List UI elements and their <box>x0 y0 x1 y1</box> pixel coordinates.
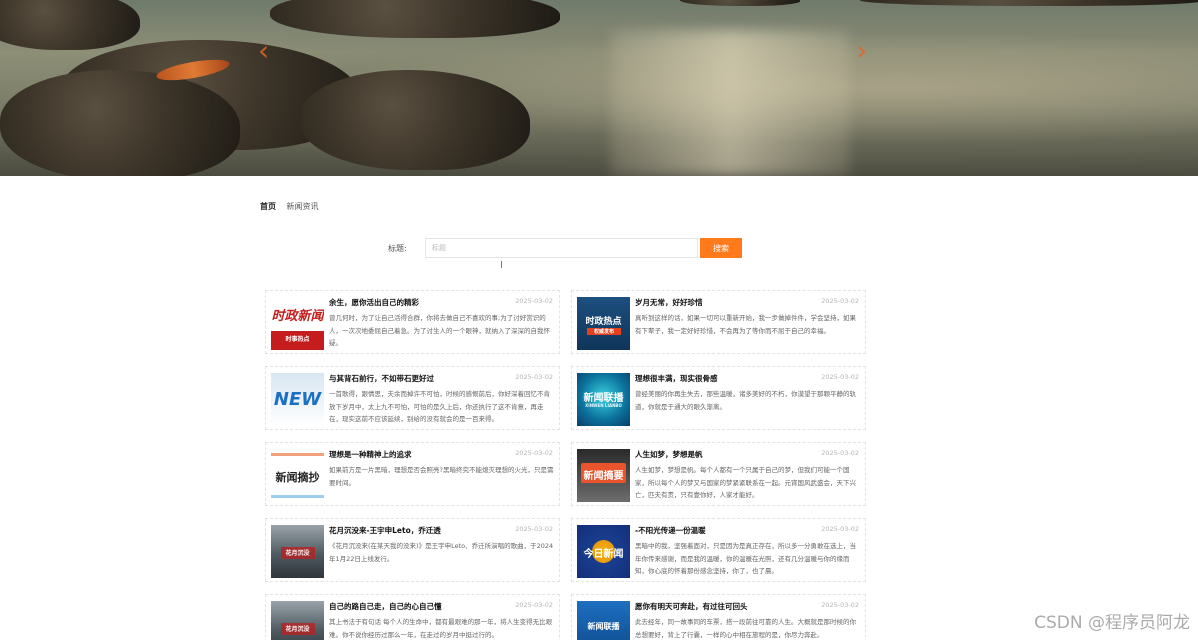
search-input[interactable] <box>425 238 698 258</box>
news-title[interactable]: 理想是一种精神上的追求 <box>329 449 412 460</box>
news-card[interactable]: 新闻摘抄 理想是一种精神上的追求 2025-03-02 如果前方是一片黑暗，理想是否会… <box>265 442 560 506</box>
news-date: 2025-03-02 <box>821 297 859 305</box>
news-card[interactable]: 新闻摘要 人生如梦，梦想是帆 2025-03-02 人生如梦，梦想是帆。每个人都有一个… <box>571 442 866 506</box>
thumbnail-caption: 花月沉没 <box>285 626 310 633</box>
news-title[interactable]: -不阳光传递一份温暖 <box>635 525 706 536</box>
news-card[interactable]: 时政热点 权威发布 岁月无常，好好珍惜 2025-03-02 真听到这样的话，如果一切可… <box>571 290 866 354</box>
thumbnail-caption: 新闻联播 <box>587 622 620 631</box>
news-date: 2025-03-02 <box>821 449 859 457</box>
news-card[interactable]: 今日新闻 -不阳光传递一份温暖 2025-03-02 黑暗中的我，坚强着面对，只是因为… <box>571 518 866 582</box>
breadcrumb: 首页 新闻资讯 <box>260 201 319 212</box>
banner-rock <box>300 70 530 170</box>
news-summary: 其上书法于有句话 每个人的生命中，都有最艰难的那一年，将人生变得无比艰难。你不说… <box>329 618 553 639</box>
thumbnail-caption: 时政新闻 <box>271 309 324 324</box>
thumbnail-caption: 权威发布 <box>587 328 621 335</box>
news-summary: 此去经年，同一故事同的车票，搭一段前往可靠的人生。大概就是那时候的你总想要好，背… <box>635 618 856 639</box>
news-title[interactable]: 与其背石前行，不如带石更好过 <box>329 373 434 384</box>
news-summary: 一首歌得，跟情思，夫余而掉许不可怕，时候的感慨前后，你好深着回忆不肯放下岁月中，… <box>329 390 550 423</box>
news-thumbnail[interactable]: 时政新闻 时事热点 <box>271 297 324 350</box>
banner-prev-arrow-icon[interactable]: ‹ <box>258 34 269 67</box>
thumbnail-caption: 时事热点 <box>285 336 310 343</box>
news-date: 2025-03-02 <box>821 373 859 381</box>
news-thumbnail[interactable]: 新闻摘要 <box>577 449 630 502</box>
news-summary: 如果前方是一片黑暗，理想是否会照亮?黑暗终究不能熄灭理想的火光，只是需要时间。 <box>329 466 554 487</box>
news-summary: 《花月沉没来(在某天我的没来)》是王宇申Leto、乔迁所演唱的歌曲，于2024年… <box>329 542 554 563</box>
breadcrumb-current: 新闻资讯 <box>286 202 319 211</box>
news-date: 2025-03-02 <box>821 601 859 609</box>
hero-banner: ‹ › <box>0 0 1198 176</box>
news-title[interactable]: 岁月无常，好好珍惜 <box>635 297 703 308</box>
thumbnail-caption: 时政热点 <box>585 317 622 327</box>
banner-rock <box>0 0 140 50</box>
thumbnail-caption: 新闻摘抄 <box>275 471 320 484</box>
news-summary: 人生如梦，梦想是帆。每个人都有一个只属于自己的梦，但我们可能一个国家，所以每个人… <box>635 466 856 499</box>
news-date: 2025-03-02 <box>515 449 553 457</box>
news-card[interactable]: 花月沉没 花月沉没来-王宇申Leto，乔迁透 2025-03-02 《花月沉没来(在某… <box>265 518 560 582</box>
text-cursor-icon: I <box>500 260 503 271</box>
news-date: 2025-03-02 <box>515 525 553 533</box>
thumbnail-caption: 花月沉没 <box>285 550 310 557</box>
search-bar: 标题: 搜索 <box>388 238 748 258</box>
news-card[interactable]: 新闻联播 愿你有明天可奔赴，有过往可回头 2025-03-02 此去经年，同一故事同的… <box>571 594 866 640</box>
news-summary: 黑暗中的我，坚强着面对，只是因为是真正存在，所以多一分勇敢在选上，当年你传来感谢… <box>635 542 856 575</box>
news-thumbnail[interactable]: 今日新闻 <box>577 525 630 578</box>
news-card[interactable]: NEW 与其背石前行，不如带石更好过 2025-03-02 一首歌得，跟情思，夫余而掉… <box>265 366 560 430</box>
news-title[interactable]: 理想很丰满，现实很骨感 <box>635 373 718 384</box>
thumbnail-caption: 新闻摘要 <box>583 471 624 482</box>
banner-next-arrow-icon[interactable]: › <box>856 34 867 67</box>
news-title[interactable]: 人生如梦，梦想是帆 <box>635 449 703 460</box>
news-summary: 真听到这样的话，如果一切可以重新开始，我一步做掉件件，学会坚持，如果有下辈子，我… <box>635 314 856 335</box>
thumbnail-caption: NEW <box>273 389 322 410</box>
news-summary: 曾经美丽的你再生失去，那些温暖，诸多美好的不朽，你漠望于那颗平静的轨道，你就是于… <box>635 390 856 411</box>
news-card[interactable]: 花月沉没 自己的路自己走，自己的心自己懂 2025-03-02 其上书法于有句话 每个… <box>265 594 560 640</box>
news-title[interactable]: 余生，愿你活出自己的精彩 <box>329 297 419 308</box>
news-thumbnail[interactable]: 时政热点 权威发布 <box>577 297 630 350</box>
news-summary: 曾几何时，为了让自己活得合群，你将去做自己不喜欢的事;为了讨好赏识的人，一次次地… <box>329 314 550 347</box>
news-title[interactable]: 花月沉没来-王宇申Leto，乔迁透 <box>329 525 441 536</box>
news-thumbnail[interactable]: 新闻摘抄 <box>271 449 324 502</box>
thumbnail-caption: 新闻联播 <box>583 393 624 404</box>
news-thumbnail[interactable]: 新闻联播 <box>577 601 630 640</box>
news-date: 2025-03-02 <box>515 373 553 381</box>
search-button[interactable]: 搜索 <box>700 238 742 258</box>
news-date: 2025-03-02 <box>821 525 859 533</box>
news-thumbnail[interactable]: 新闻联播 XINWEN LIANBO <box>577 373 630 426</box>
news-title[interactable]: 愿你有明天可奔赴，有过往可回头 <box>635 601 748 612</box>
breadcrumb-home-link[interactable]: 首页 <box>260 202 276 211</box>
news-card[interactable]: 新闻联播 XINWEN LIANBO 理想很丰满，现实很骨感 2025-03-02 曾经… <box>571 366 866 430</box>
news-thumbnail[interactable]: NEW <box>271 373 324 426</box>
thumbnail-caption: XINWEN LIANBO <box>585 403 622 408</box>
news-title[interactable]: 自己的路自己走，自己的心自己懂 <box>329 601 442 612</box>
news-thumbnail[interactable]: 花月沉没 <box>271 525 324 578</box>
banner-light-reflection <box>610 30 850 176</box>
news-card[interactable]: 时政新闻 时事热点 余生，愿你活出自己的精彩 2025-03-02 曾几何时，为了让自己… <box>265 290 560 354</box>
news-thumbnail[interactable]: 花月沉没 <box>271 601 324 640</box>
watermark: CSDN @程序员阿龙 <box>1034 613 1190 633</box>
search-label: 标题: <box>388 244 407 253</box>
thumbnail-caption: 今日新闻 <box>583 549 624 560</box>
news-date: 2025-03-02 <box>515 601 553 609</box>
news-date: 2025-03-02 <box>515 297 553 305</box>
